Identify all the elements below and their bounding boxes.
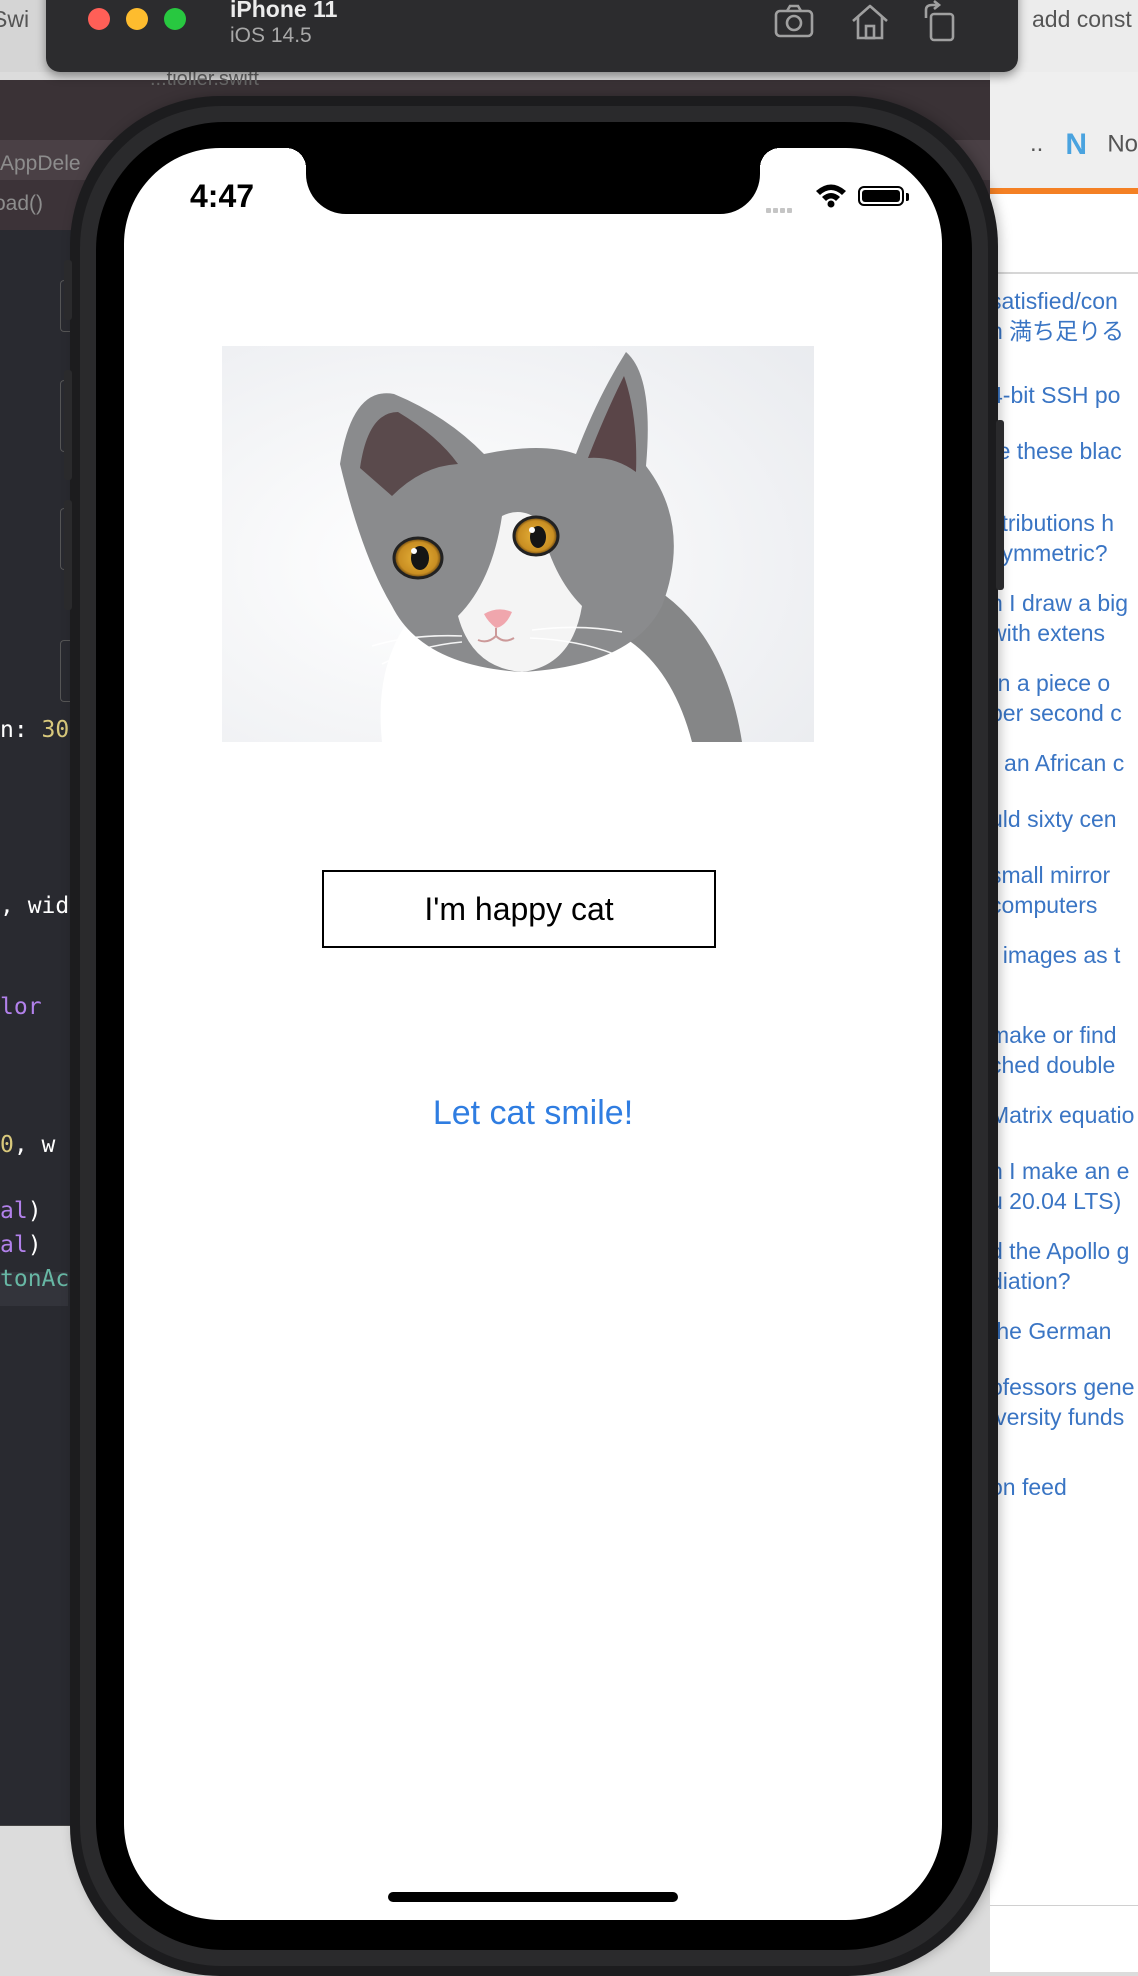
novo-logo-icon: N	[1065, 128, 1088, 161]
question-link[interactable]: rn a piece o	[990, 668, 1110, 698]
question-link[interactable]: satisfied/con	[990, 286, 1118, 316]
code-line[interactable]: , wid	[0, 893, 69, 919]
volume-down-button	[64, 500, 72, 610]
code-line[interactable]: tonAc	[0, 1266, 69, 1292]
browser-window: add const ..NNovo satisfied/con n 満ち足りる …	[990, 0, 1138, 1972]
home-icon[interactable]	[848, 0, 892, 44]
battery-tip	[906, 193, 909, 201]
question-link[interactable]: with extens	[990, 618, 1105, 648]
xcode-jump-bar-item[interactable]: oad()	[0, 192, 43, 216]
question-link[interactable]: ofessors gene	[990, 1372, 1134, 1402]
code-line[interactable]: n: 30	[0, 717, 69, 743]
screenshot-icon[interactable]	[772, 0, 816, 44]
question-link[interactable]: iversity funds	[990, 1402, 1124, 1432]
close-window-button[interactable]	[88, 8, 110, 30]
question-link[interactable]: d the Apollo g	[990, 1236, 1129, 1266]
question-link[interactable]: computers	[990, 890, 1097, 920]
minimize-window-button[interactable]	[126, 8, 148, 30]
question-link[interactable]: stributions h	[990, 508, 1114, 538]
simulator-titlebar: iPhone 11 iOS 14.5	[46, 0, 1018, 72]
code-line[interactable]: lor	[0, 994, 42, 1020]
question-link[interactable]: on feed	[990, 1472, 1067, 1502]
code-line[interactable]: 0, w	[0, 1132, 55, 1158]
mute-switch	[64, 260, 72, 320]
question-link[interactable]: Matrix equatio	[990, 1100, 1134, 1130]
rotate-icon[interactable]	[918, 0, 962, 44]
simulator-os-version: iOS 14.5	[230, 24, 312, 47]
wifi-icon	[816, 184, 846, 208]
question-link[interactable]: the German	[990, 1316, 1111, 1346]
volume-up-button	[64, 370, 72, 480]
browser-top-text: add const	[1032, 6, 1132, 32]
battery-icon	[858, 186, 904, 206]
stackexchange-accent-bar	[990, 188, 1138, 194]
browser-divider	[990, 1905, 1138, 1906]
let-cat-smile-button[interactable]: Let cat smile!	[124, 1094, 942, 1133]
question-link[interactable]: make or find	[990, 1020, 1117, 1050]
happy-cat-label: I'm happy cat	[322, 870, 716, 948]
question-link[interactable]: r an African c	[990, 748, 1124, 778]
cellular-signal-icon	[766, 200, 794, 218]
question-link[interactable]: diation?	[990, 1266, 1071, 1296]
browser-divider	[990, 272, 1138, 274]
question-link[interactable]: n I make an e	[990, 1156, 1129, 1186]
question-link[interactable]: u 20.04 LTS)	[990, 1186, 1121, 1216]
browser-tab-prefix: ..	[1030, 130, 1044, 158]
question-link[interactable]: 4-bit SSH po	[990, 380, 1120, 410]
question-link[interactable]: uld sixty cen	[990, 804, 1117, 834]
question-link[interactable]: small mirror	[990, 860, 1110, 890]
code-line[interactable]: al)	[0, 1198, 42, 1224]
code-line[interactable]: al)	[0, 1232, 42, 1258]
home-indicator[interactable]	[388, 1892, 678, 1902]
question-link[interactable]: symmetric?	[990, 538, 1108, 568]
power-button	[996, 420, 1004, 590]
xcode-tab-appdelegate[interactable]: AppDele	[0, 152, 81, 176]
notch	[286, 148, 780, 214]
question-link[interactable]: n I draw a big	[990, 588, 1128, 618]
simulator-device-name: iPhone 11	[230, 0, 338, 22]
question-link[interactable]: re these blac	[990, 436, 1122, 466]
question-link[interactable]: per second c	[990, 698, 1122, 728]
background-window-title: Swi	[0, 6, 30, 32]
question-link[interactable]: n 満ち足りる	[990, 316, 1124, 346]
iphone-screen: 4:47 I'm happy cat Let cat smile!	[124, 148, 942, 1920]
browser-tab-novo[interactable]: .. N Novo	[1030, 130, 1138, 160]
zoom-window-button[interactable]	[164, 8, 186, 30]
browser-tab-label: Novo	[1107, 130, 1138, 158]
question-link[interactable]: t images as t	[990, 940, 1120, 970]
status-bar-time: 4:47	[190, 178, 255, 214]
question-link[interactable]: ched double	[990, 1050, 1115, 1080]
cat-image	[222, 346, 814, 742]
